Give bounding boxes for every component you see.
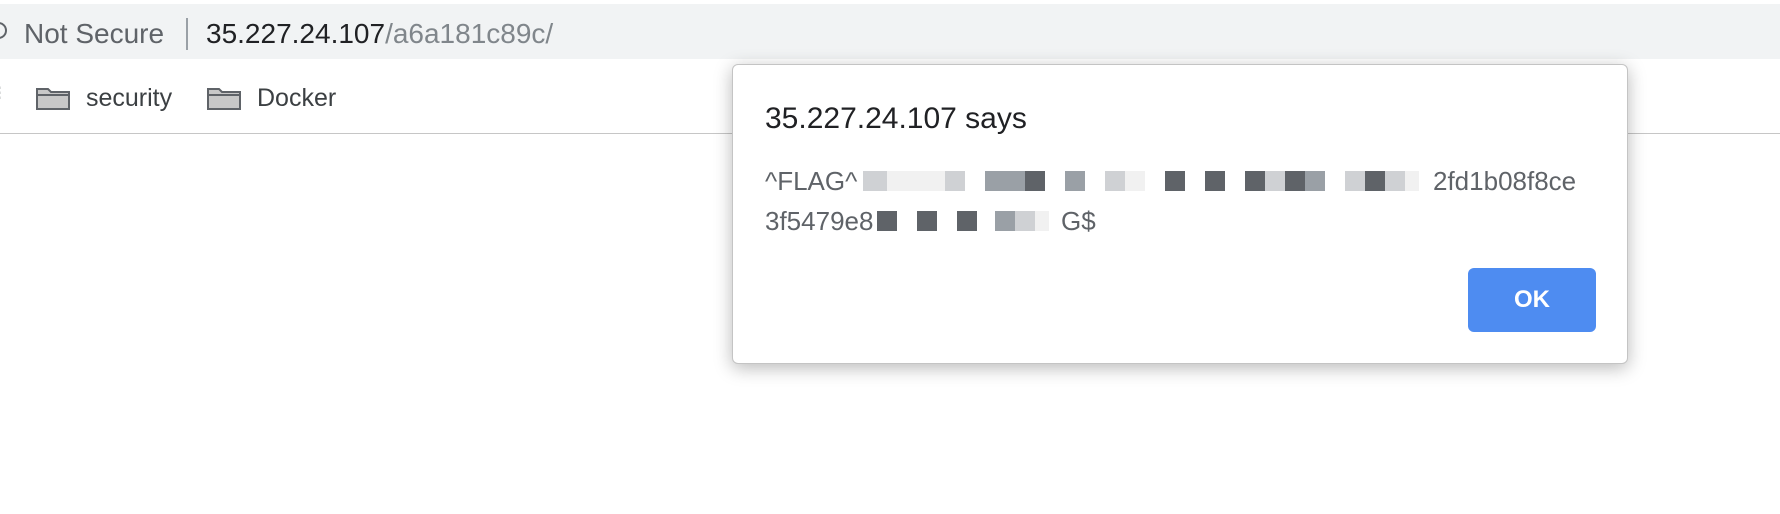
info-icon[interactable] bbox=[0, 22, 7, 39]
dialog-title: 35.227.24.107 says bbox=[765, 102, 1027, 135]
message-line-1: ^FLAG^ 2fd1b08f8ce bbox=[765, 161, 1605, 201]
url-field[interactable]: 35.227.24.107/a6a181c89c/ bbox=[206, 18, 553, 50]
message-text-end: G$ bbox=[1061, 206, 1096, 236]
redaction-blur bbox=[877, 207, 1049, 235]
address-divider bbox=[186, 18, 188, 50]
alert-dialog: 35.227.24.107 says ^FLAG^ 2fd1b08f8ce 3f… bbox=[732, 64, 1628, 364]
folder-icon bbox=[36, 86, 70, 110]
message-line-2: 3f5479e8 G$ bbox=[765, 201, 1605, 241]
ok-button[interactable]: OK bbox=[1468, 268, 1596, 332]
message-text-start: 3f5479e8 bbox=[765, 206, 874, 236]
address-bar[interactable]: Not Secure 35.227.24.107/a6a181c89c/ bbox=[0, 4, 1780, 59]
bookmark-folder-security[interactable]: security bbox=[36, 82, 172, 114]
folder-icon bbox=[207, 86, 241, 110]
dialog-message: ^FLAG^ 2fd1b08f8ce 3f5479e8 G$ bbox=[765, 161, 1605, 241]
bookmark-label: security bbox=[86, 84, 173, 112]
bookmark-folder-docker[interactable]: Docker bbox=[207, 82, 336, 114]
url-path: /a6a181c89c/ bbox=[385, 18, 554, 49]
message-text-start: ^FLAG^ bbox=[765, 166, 858, 196]
bookmarks-overflow-icon[interactable]: ⁝ bbox=[0, 84, 4, 104]
security-indicator[interactable]: Not Secure bbox=[24, 18, 164, 50]
redaction-blur bbox=[863, 167, 1419, 195]
url-host: 35.227.24.107 bbox=[206, 18, 386, 49]
message-text-end: 2fd1b08f8ce bbox=[1433, 166, 1577, 196]
bookmark-label: Docker bbox=[257, 84, 337, 112]
